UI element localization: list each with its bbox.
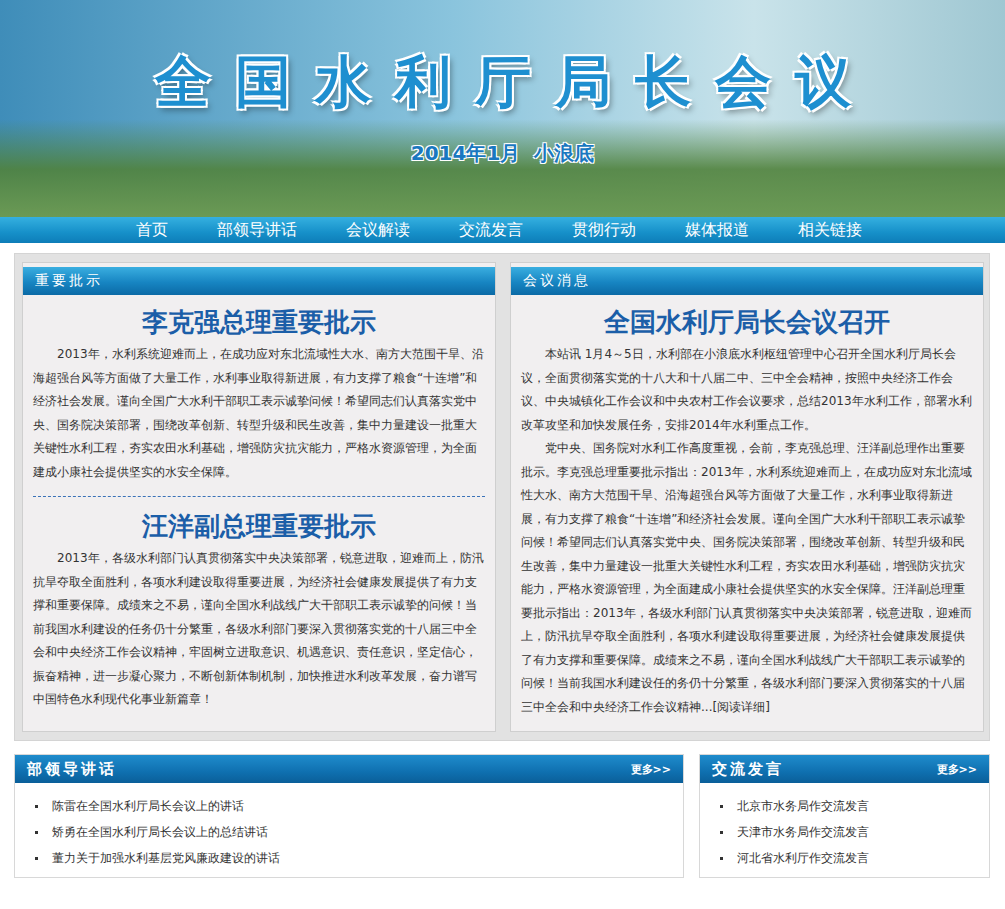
nav-item[interactable]: 会议解读 [346,217,410,243]
instruction-body: 2013年，各级水利部门认真贯彻落实中央决策部署，锐意进取，迎难而上，防汛抗旱夺… [23,547,495,712]
list-item[interactable]: 北京市水务局作交流发言 [720,793,989,819]
list-item[interactable]: 河北省水利厅作交流发言 [720,845,989,871]
nav-item[interactable]: 媒体报道 [685,217,749,243]
nav-item[interactable]: 首页 [136,217,168,243]
news-paragraph: 党中央、国务院对水利工作高度重视，会前，李克强总理、汪洋副总理作出重要批示。李克… [511,437,983,719]
instructions-panel: 重要批示李克强总理重要批示 2013年，水利系统迎难而上，在成功应对东北流域性大水… [22,262,496,732]
banner-subtitle: 2014年1月 小浪底 [411,140,595,167]
list-item[interactable]: 矫勇在全国水利厅局长会议上的总结讲话 [35,819,683,845]
main-frame: 重要批示李克强总理重要批示 2013年，水利系统迎难而上，在成功应对东北流域性大水… [14,253,990,741]
link-list: 陈雷在全国水利厅局长会议上的讲话矫勇在全国水利厅局长会议上的总结讲话董力关于加强… [15,783,683,877]
instruction-title: 汪洋副总理重要批示 [23,509,495,543]
exchange-panel: 交流发言 更多>> 北京市水务局作交流发言天津市水务局作交流发言河北省水利厅作交流发… [699,754,990,878]
bullet-icon [35,805,38,808]
banner: 全国水利厅局长会议 2014年1月 小浪底 [0,0,1005,217]
bullet-icon [35,857,38,860]
panel-header: 交流发言 更多>> [700,755,989,783]
more-link[interactable]: 更多>> [937,762,977,777]
instruction-body: 2013年，水利系统迎难而上，在成功应对东北流域性大水、南方大范围干旱、沿海超强… [23,343,495,484]
divider [33,496,485,497]
panel-header: 重要批示 [23,267,495,295]
bullet-icon [35,831,38,834]
news-title: 全国水利厅局长会议召开 [511,305,983,339]
news-paragraph: 本站讯 1月4～5日，水利部在小浪底水利枢纽管理中心召开全国水利厅局长会议，全面… [511,343,983,437]
nav-item[interactable]: 交流发言 [459,217,523,243]
list-item[interactable]: 陈雷在全国水利厅局长会议上的讲话 [35,793,683,819]
speeches-panel: 部领导讲话 更多>> 陈雷在全国水利厅局长会议上的讲话矫勇在全国水利厅局长会议上的总… [14,754,684,878]
news-panel: 会议消息全国水利厅局长会议召开本站讯 1月4～5日，水利部在小浪底水利枢纽管理中… [510,262,984,732]
read-more-link[interactable]: [阅读详细] [712,700,769,714]
panel-header: 部领导讲话 更多>> [15,755,683,783]
list-item[interactable]: 天津市水务局作交流发言 [720,819,989,845]
panel-title: 部领导讲话 [27,760,117,779]
more-link[interactable]: 更多>> [631,762,671,777]
panel-title: 交流发言 [712,760,784,779]
bullet-icon [720,805,723,808]
instruction-title: 李克强总理重要批示 [23,305,495,339]
bullet-icon [720,831,723,834]
nav-item[interactable]: 相关链接 [798,217,862,243]
bullet-icon [720,857,723,860]
lower-row: 部领导讲话 更多>> 陈雷在全国水利厅局长会议上的讲话矫勇在全国水利厅局长会议上的总… [14,754,990,878]
panel-header: 会议消息 [511,267,983,295]
nav-item[interactable]: 部领导讲话 [217,217,297,243]
list-item[interactable]: 董力关于加强水利基层党风廉政建设的讲话 [35,845,683,871]
link-list: 北京市水务局作交流发言天津市水务局作交流发言河北省水利厅作交流发言 [700,783,989,877]
nav-item[interactable]: 贯彻行动 [572,217,636,243]
nav-bar: 首页 部领导讲话 会议解读 交流发言 贯彻行动 媒体报道 相关链接 [0,217,1005,243]
page: 全国水利厅局长会议2014年1月 小浪底首页部领导讲话会议解读交流发言贯彻行动媒… [0,0,1005,878]
banner-title: 全国水利厅局长会议 [155,50,875,114]
